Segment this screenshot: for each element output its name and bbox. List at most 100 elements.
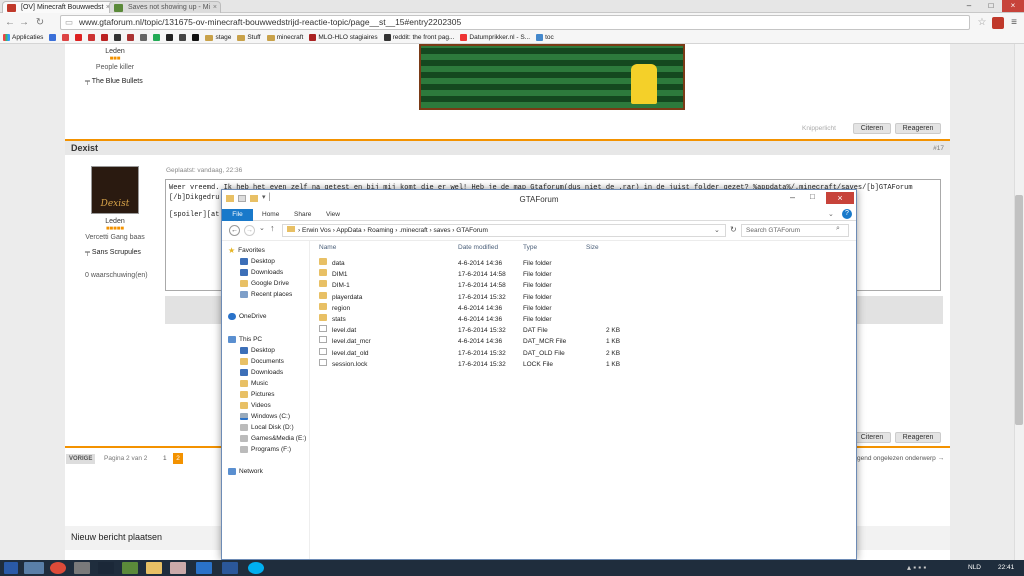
file-row[interactable]: level.dat_old 17-6-2014 15:32 DAT_OLD File… bbox=[316, 347, 620, 359]
bookmark-icon[interactable] bbox=[179, 34, 187, 41]
avatar[interactable]: Dexist bbox=[91, 166, 139, 214]
nav-pc-desktop[interactable]: Desktop bbox=[240, 345, 275, 356]
tab-view[interactable]: View bbox=[318, 209, 348, 221]
minecraft-icon[interactable] bbox=[122, 562, 138, 574]
breadcrumb-segment[interactable]: Erwin Vos bbox=[302, 227, 331, 234]
bookmark-icon[interactable] bbox=[62, 34, 70, 41]
column-header-date[interactable]: Date modified bbox=[458, 244, 498, 254]
recent-locations-icon[interactable]: ⌄ bbox=[259, 224, 265, 232]
taskbar-item[interactable] bbox=[24, 562, 44, 574]
help-icon[interactable]: ? bbox=[842, 209, 852, 219]
steam-icon[interactable] bbox=[98, 562, 114, 574]
bookmark-toc[interactable]: toc bbox=[536, 32, 554, 43]
forward-icon[interactable]: → bbox=[244, 225, 255, 236]
post-author-name[interactable]: Dexist bbox=[71, 143, 98, 153]
extension-icon[interactable] bbox=[992, 17, 1004, 29]
page-link-1[interactable]: 1 bbox=[163, 455, 167, 462]
bookmark-icon[interactable] bbox=[140, 34, 148, 41]
back-icon[interactable]: ← bbox=[4, 17, 16, 29]
bookmark-icon[interactable] bbox=[114, 34, 122, 41]
prev-page-button[interactable]: VORIGE bbox=[66, 454, 96, 464]
column-header-type[interactable]: Type bbox=[523, 244, 537, 254]
nav-desktop[interactable]: Desktop bbox=[240, 256, 275, 267]
bookmark-apps[interactable]: Applicaties bbox=[3, 32, 43, 43]
nav-drive-d[interactable]: Local Disk (D:) bbox=[240, 422, 294, 433]
warnings[interactable]: 0 waarschuwing(en) bbox=[85, 272, 148, 279]
reply-button[interactable]: Reageren bbox=[895, 432, 941, 443]
up-icon[interactable]: ↑ bbox=[270, 223, 275, 233]
search-input[interactable]: Search GTAForum bbox=[741, 224, 849, 237]
file-row[interactable]: stats 4-6-2014 14:36 File folder bbox=[316, 314, 616, 325]
bookmark-stage[interactable]: stage bbox=[205, 32, 231, 43]
nav-drive-c[interactable]: Windows (C:) bbox=[240, 411, 290, 422]
next-unread-topic-link[interactable]: gend ongelezen onderwerp → bbox=[857, 455, 944, 462]
nav-recent-places[interactable]: Recent places bbox=[240, 289, 292, 300]
column-header-size[interactable]: Size bbox=[586, 244, 599, 254]
clock[interactable]: 22:41 bbox=[998, 564, 1014, 571]
column-header-name[interactable]: Name bbox=[319, 244, 336, 254]
bookmark-reddit[interactable]: reddit: the front pag... bbox=[383, 32, 454, 43]
browser-tab-saves[interactable]: Saves not showing up - Mi × bbox=[109, 1, 221, 13]
reply-button[interactable]: Reageren bbox=[895, 123, 941, 134]
taskbar-item[interactable] bbox=[170, 562, 186, 574]
nav-pc-videos[interactable]: Videos bbox=[240, 400, 271, 411]
file-row[interactable]: session.lock 17-6-2014 15:32 LOCK File 1 KB bbox=[316, 358, 620, 370]
nav-google-drive[interactable]: Google Drive bbox=[240, 278, 289, 289]
youtube-icon[interactable] bbox=[75, 34, 83, 41]
file-explorer-icon[interactable] bbox=[146, 562, 162, 574]
nav-pc-music[interactable]: Music bbox=[240, 378, 268, 389]
search-icon[interactable]: ⌕ bbox=[836, 225, 840, 233]
nav-pc-downloads[interactable]: Downloads bbox=[240, 367, 283, 378]
breadcrumb-segment[interactable]: saves bbox=[434, 227, 451, 234]
nav-pc-documents[interactable]: Documents bbox=[240, 356, 284, 367]
tab-file[interactable]: File bbox=[222, 209, 253, 221]
quote-button[interactable]: Citeren bbox=[853, 123, 891, 134]
file-row[interactable]: playerdata 17-6-2014 15:32 File folder bbox=[316, 291, 616, 303]
star-icon[interactable]: ☆ bbox=[976, 17, 988, 29]
multiquote-link[interactable]: Knipperlicht bbox=[802, 125, 836, 132]
nav-pc-pictures[interactable]: Pictures bbox=[240, 389, 274, 400]
file-row[interactable]: level.dat_mcr 4-6-2014 14:36 DAT_MCR File 1… bbox=[316, 336, 620, 347]
maximize-icon[interactable]: □ bbox=[810, 192, 815, 201]
page-link-2-active[interactable]: 2 bbox=[173, 453, 183, 464]
word-icon[interactable] bbox=[222, 562, 238, 574]
menu-icon[interactable]: ≡ bbox=[1008, 17, 1020, 29]
nav-this-pc[interactable]: This PC bbox=[228, 334, 262, 345]
tab-share[interactable]: Share bbox=[286, 209, 319, 221]
bookmark-mlo[interactable]: MLO-HLO stagiaires bbox=[309, 32, 378, 43]
nav-network[interactable]: Network bbox=[228, 466, 263, 477]
tray-icons[interactable]: ▴ ▪ ▪ ▪ bbox=[907, 563, 926, 572]
input-language[interactable]: NLD bbox=[968, 564, 981, 571]
bookmark-icon[interactable] bbox=[88, 34, 96, 41]
forward-icon[interactable]: → bbox=[18, 17, 30, 29]
file-row[interactable]: region 4-6-2014 14:36 File folder bbox=[316, 302, 616, 314]
address-dropdown-icon[interactable]: ⌄ bbox=[714, 226, 720, 234]
bookmark-icon[interactable] bbox=[153, 34, 161, 41]
file-row[interactable]: data 4-6-2014 14:36 File folder bbox=[316, 258, 616, 269]
back-icon[interactable]: ← bbox=[229, 225, 240, 236]
ribbon-expand-icon[interactable]: ⌄ bbox=[828, 210, 834, 218]
browser-tab-minecraft[interactable]: [OV] Minecraft Bouwwedst × bbox=[2, 1, 114, 13]
minimize-icon[interactable]: – bbox=[790, 192, 795, 202]
quote-button[interactable]: Citeren bbox=[853, 432, 891, 443]
bookmark-stuff[interactable]: Stuff bbox=[237, 32, 261, 43]
breadcrumb-segment[interactable]: Roaming bbox=[367, 227, 393, 234]
skype-icon[interactable] bbox=[248, 562, 264, 574]
close-tab-icon[interactable]: × bbox=[213, 2, 217, 13]
bookmark-icon[interactable] bbox=[166, 34, 174, 41]
post-number[interactable]: #17 bbox=[933, 145, 944, 152]
nav-drive-f[interactable]: Programs (F:) bbox=[240, 444, 291, 455]
nav-drive-e[interactable]: Games&Media (E:) bbox=[240, 433, 306, 444]
file-row[interactable]: DIM1 17-6-2014 14:58 File folder bbox=[316, 269, 616, 280]
bookmark-icon[interactable] bbox=[49, 34, 57, 41]
breadcrumb-segment[interactable]: GTAForum bbox=[456, 227, 488, 234]
tv-icon[interactable] bbox=[127, 34, 135, 41]
reload-icon[interactable]: ↻ bbox=[34, 17, 46, 29]
minimize-icon[interactable]: – bbox=[958, 0, 980, 12]
bookmark-icon[interactable] bbox=[192, 34, 200, 41]
refresh-icon[interactable]: ↻ bbox=[730, 225, 737, 234]
file-row[interactable]: level.dat 17-6-2014 15:32 DAT File 2 KB bbox=[316, 325, 620, 336]
close-window-icon[interactable]: × bbox=[1002, 0, 1024, 12]
nav-onedrive[interactable]: OneDrive bbox=[228, 311, 266, 322]
close-icon[interactable]: × bbox=[826, 192, 854, 204]
